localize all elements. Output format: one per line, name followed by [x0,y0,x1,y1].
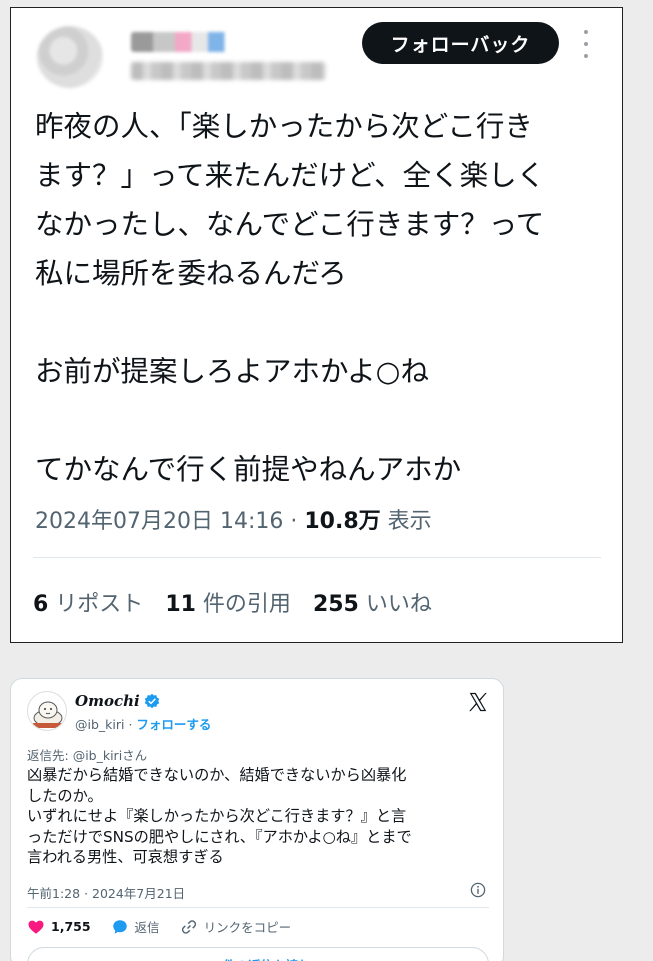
handle-separator: · [124,717,137,732]
likes-count: 255 [312,592,359,617]
link-icon [181,919,196,934]
divider [27,907,489,908]
reposts-count: 6 [33,592,49,617]
reposts-label: リポスト [48,592,144,617]
embed-line: したのか。 [27,786,103,805]
follow-link[interactable]: フォローする [136,717,211,732]
like-action[interactable]: 1,755 [27,918,91,936]
info-icon[interactable] [470,882,486,898]
tweet-meta: 2024年07月20日 14:16 · 10.8万 表示 [35,503,432,535]
quotes-count: 11 [165,592,196,617]
embed-line: 言われる男性、可哀想すぎる [27,848,224,866]
handle-row: @ib_kiri · フォローする [75,714,211,733]
avatar[interactable] [27,691,67,731]
display-name[interactable]: Omochi [75,692,160,710]
views-label: 表示 [380,509,432,534]
tweet-line: お前が提案しろよアホかよ○ね [35,355,429,388]
reply-prefix: 返信先: [27,748,73,763]
reply-label: 返信 [134,920,160,935]
embedded-tweet-card: Omochi @ib_kiri · フォローする 返信先: @ib_kiriさん… [10,678,504,961]
engagement-stats: 6 リポスト 11 件の引用 255 いいね [33,586,432,618]
embed-tweet-text: 凶暴だから結婚できないのか、結婚できないから凶暴化 したのか。 いずれにせよ『楽… [27,765,497,868]
copy-link-label: リンクをコピー [203,920,292,935]
meta-separator: · [283,509,305,534]
tweet-line [35,396,610,445]
reply-handle-link[interactable]: @ib_kiri [73,748,122,763]
blurred-username [131,62,326,80]
tweet-line: ます？」って来たんだけど、全く楽しく [35,159,546,192]
x-logo-icon[interactable] [467,691,489,713]
embed-line: っただけでSNSの肥やしにされ、『アホかよ○ね』とまで [27,827,412,846]
reply-suffix: さん [122,748,148,763]
quotes-label: 件の引用 [195,592,291,617]
display-name-text: Omochi [75,692,140,710]
follow-back-button[interactable]: フォローバック [362,22,559,64]
tweet-text: 昨夜の人、「楽しかったから次どこ行き ます？」って来たんだけど、全く楽しく なか… [35,102,610,494]
embed-line: 凶暴だから結婚できないのか、結婚できないから凶暴化 [27,766,407,784]
reply-to: 返信先: @ib_kiriさん [27,745,147,764]
copy-link-action[interactable]: リンクをコピー [180,917,292,936]
divider [33,557,601,558]
tweet-line [35,298,610,347]
like-count: 1,755 [51,919,91,934]
tweet-line: 昨夜の人、「楽しかったから次どこ行き [35,110,533,143]
handle[interactable]: @ib_kiri [75,717,124,732]
reposts-stat[interactable]: 6 リポスト [33,586,143,618]
quotes-stat[interactable]: 11 件の引用 [165,586,291,618]
tweet-line: てかなんで行く前提やねんアホか [35,453,462,486]
more-options-icon[interactable] [579,30,593,58]
read-replies-button[interactable]: 23件の返信を読む [27,947,489,961]
tweet-line: なかったし、なんでどこ行きます？って [35,208,545,241]
tweet-screenshot-card: フォローバック 昨夜の人、「楽しかったから次どこ行き ます？」って来たんだけど、… [10,7,623,643]
embed-timestamp[interactable]: 午前1:28 · 2024年7月21日 [27,883,185,902]
action-bar: 1,755 返信 リンクをコピー [27,917,311,936]
likes-stat[interactable]: 255 いいね [313,586,432,618]
verified-badge-icon [144,693,159,709]
tweet-line: 私に場所を委ねるんだろ [35,257,347,290]
tweet-timestamp[interactable]: 2024年07月20日 14:16 [35,509,283,534]
embed-line: いずれにせよ『楽しかったから次どこ行きます？』と言 [27,807,407,825]
blurred-avatar [37,26,103,88]
reply-bubble-icon [112,919,127,934]
likes-label: いいね [358,592,432,617]
reply-action[interactable]: 返信 [111,917,160,936]
view-count: 10.8万 [304,509,381,534]
heart-icon [28,920,44,934]
blurred-display-name [131,32,241,52]
